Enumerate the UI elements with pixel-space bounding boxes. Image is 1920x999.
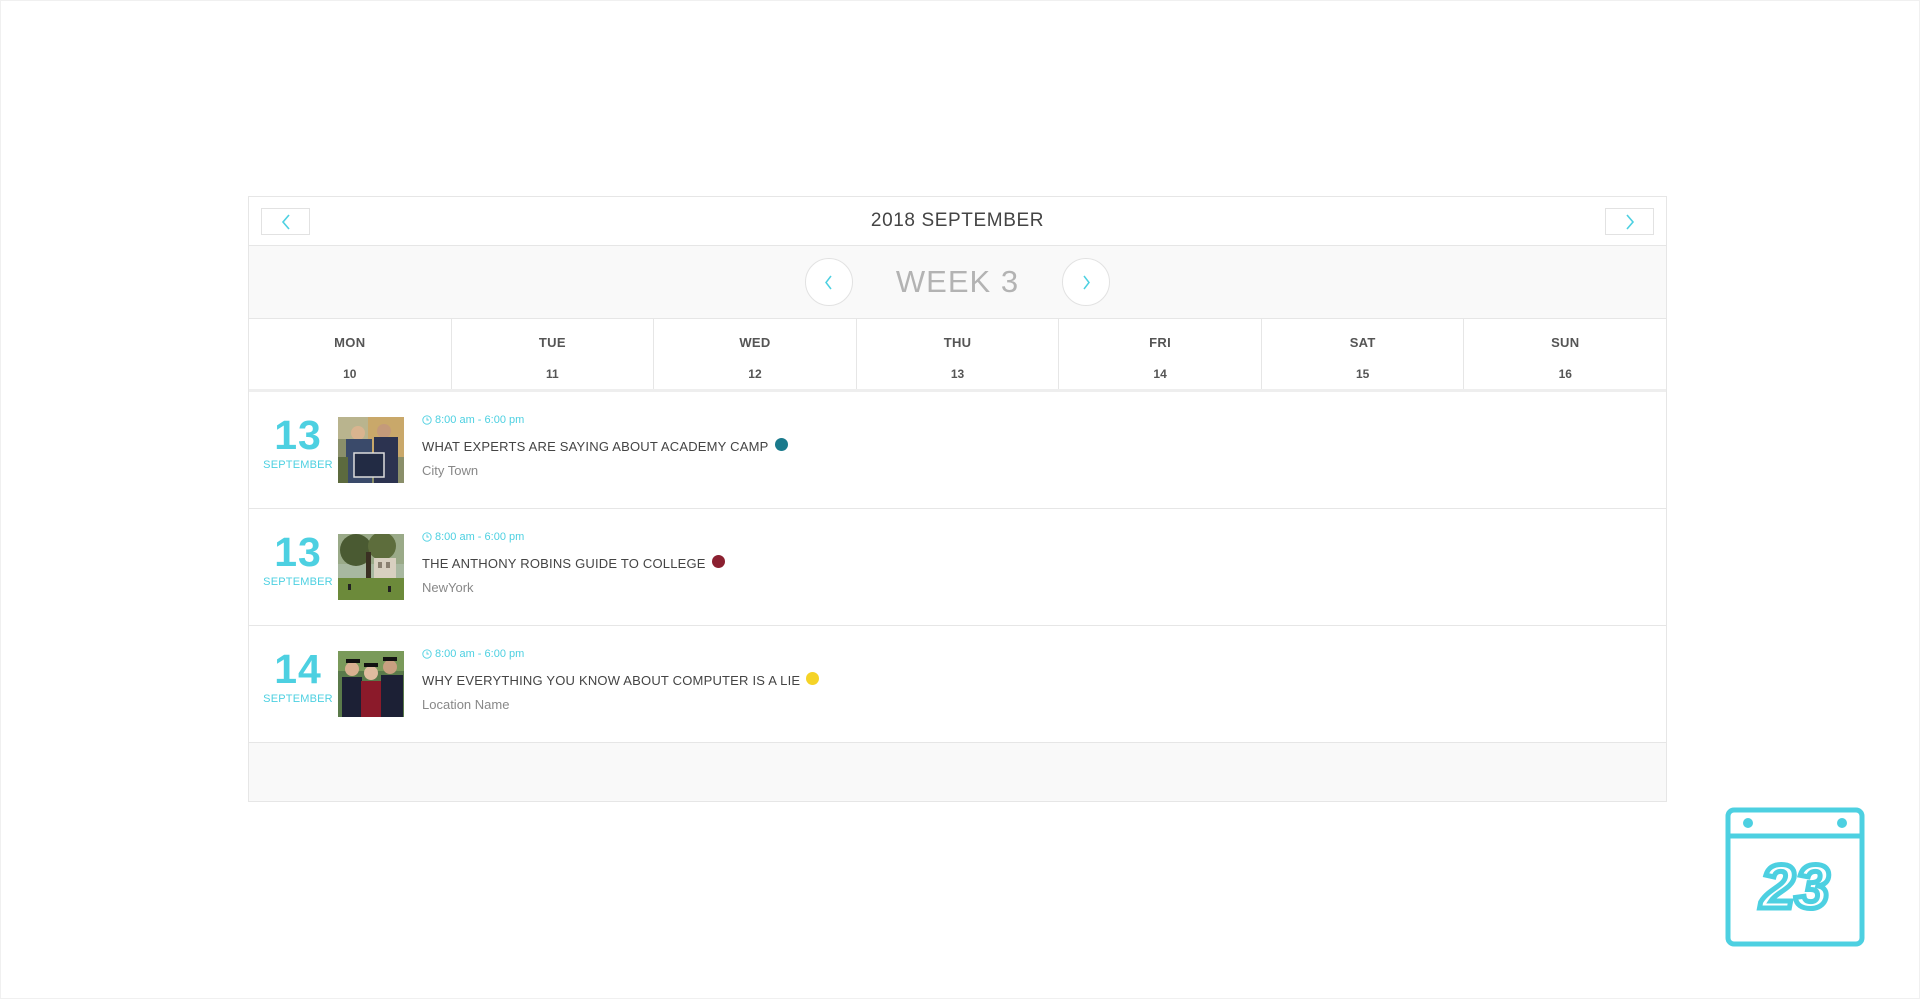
event-location: NewYork [422, 580, 474, 595]
calendar-footer [249, 743, 1666, 801]
chevron-left-icon [281, 213, 290, 230]
week-header: WEEK 3 [249, 246, 1666, 319]
event-date: 13 SEPTEMBER [263, 531, 333, 588]
day-cell-thu[interactable]: THU 13 [857, 319, 1060, 389]
day-name: MON [334, 335, 366, 350]
day-name: FRI [1149, 335, 1172, 350]
day-number: 11 [546, 367, 559, 381]
event-category-dot [774, 438, 788, 451]
day-number: 15 [1356, 367, 1370, 381]
day-number: 14 [1153, 367, 1167, 381]
next-week-button[interactable] [1062, 258, 1111, 306]
day-name: THU [943, 335, 972, 350]
chevron-right-icon [1625, 213, 1634, 230]
day-name: SUN [1551, 335, 1580, 350]
week-title: WEEK 3 [895, 264, 1020, 299]
chevron-left-icon [825, 275, 833, 289]
day-cell-fri[interactable]: FRI 14 [1059, 319, 1262, 389]
event-date-month: SEPTEMBER [263, 693, 333, 705]
week-days: MON 10 TUE 11 WED 12 THU 13 FRI 14 SAT 1… [249, 319, 1666, 392]
event-info: 8:00 am - 6:00 pm THE ANTHONY ROBINS GUI… [422, 531, 725, 595]
event-time-text: 8:00 am - 6:00 pm [435, 648, 525, 660]
day-cell-tue[interactable]: TUE 11 [452, 319, 655, 389]
event-thumbnail[interactable] [338, 534, 404, 600]
month-title: 2018 SEPTEMBER [870, 210, 1045, 231]
event-info: 8:00 am - 6:00 pm WHY EVERYTHING YOU KNO… [422, 648, 820, 712]
chevron-right-icon [1082, 275, 1090, 289]
event-title: WHAT EXPERTS ARE SAYING ABOUT ACADEMY CA… [422, 439, 769, 454]
day-number: 13 [950, 367, 965, 381]
event-date-day: 13 [274, 529, 322, 575]
day-name: WED [739, 335, 771, 350]
event-item[interactable]: 13 SEPTEMBER 8:00 am - 6:00 pm WHAT EXPE… [249, 392, 1666, 509]
event-list: 13 SEPTEMBER 8:00 am - 6:00 pm WHAT EXPE… [249, 392, 1666, 743]
events-calendar: 2018 SEPTEMBER WEEK 3 MON 10 TUE 11 WED … [248, 196, 1667, 802]
day-cell-sat[interactable]: SAT 15 [1262, 319, 1465, 389]
event-date-day: 13 [274, 412, 322, 458]
day-number: 16 [1558, 367, 1572, 381]
day-cell-mon[interactable]: MON 10 [249, 319, 452, 389]
event-thumbnail[interactable] [338, 651, 404, 717]
clock-icon [422, 532, 432, 542]
event-title-link[interactable]: WHAT EXPERTS ARE SAYING ABOUT ACADEMY CA… [422, 438, 788, 454]
event-date-month: SEPTEMBER [263, 459, 333, 471]
calendar-logo-icon: 23 [1724, 806, 1866, 948]
event-title-link[interactable]: THE ANTHONY ROBINS GUIDE TO COLLEGE [422, 555, 725, 571]
event-location: Location Name [422, 697, 510, 712]
day-number: 10 [343, 367, 357, 381]
event-date-day: 14 [274, 646, 322, 692]
event-item[interactable]: 14 SEPTEMBER 8:00 am - 6:00 pm WHY EVERY… [249, 626, 1666, 743]
day-name: SAT [1349, 335, 1376, 350]
event-title: WHY EVERYTHING YOU KNOW ABOUT COMPUTER I… [422, 673, 801, 688]
event-time: 8:00 am - 6:00 pm [422, 648, 819, 660]
clock-icon [422, 415, 432, 425]
event-date: 13 SEPTEMBER [263, 414, 333, 471]
event-thumbnail[interactable] [338, 417, 404, 483]
event-category-dot [806, 672, 820, 685]
event-location: City Town [422, 463, 479, 478]
event-title-link[interactable]: WHY EVERYTHING YOU KNOW ABOUT COMPUTER I… [422, 672, 820, 688]
prev-week-button[interactable] [804, 258, 853, 306]
day-number: 12 [748, 367, 762, 381]
event-title: THE ANTHONY ROBINS GUIDE TO COLLEGE [422, 556, 706, 571]
day-cell-sun[interactable]: SUN 16 [1464, 319, 1666, 389]
calendar-logo-number: 23 [1760, 853, 1830, 922]
prev-month-button[interactable] [261, 208, 310, 235]
day-cell-wed[interactable]: WED 12 [654, 319, 857, 389]
month-header: 2018 SEPTEMBER [249, 197, 1666, 246]
event-time-text: 8:00 am - 6:00 pm [435, 414, 525, 426]
event-date: 14 SEPTEMBER [263, 648, 333, 705]
event-time: 8:00 am - 6:00 pm [422, 531, 725, 543]
event-category-dot [711, 555, 725, 568]
event-item[interactable]: 13 SEPTEMBER 8:00 am - 6:00 pm THE ANTHO… [249, 509, 1666, 626]
event-info: 8:00 am - 6:00 pm WHAT EXPERTS ARE SAYIN… [422, 414, 788, 478]
event-date-month: SEPTEMBER [263, 576, 333, 588]
clock-icon [422, 649, 432, 659]
next-month-button[interactable] [1605, 208, 1654, 235]
event-time: 8:00 am - 6:00 pm [422, 414, 788, 426]
day-name: TUE [538, 335, 566, 350]
event-time-text: 8:00 am - 6:00 pm [435, 531, 525, 543]
